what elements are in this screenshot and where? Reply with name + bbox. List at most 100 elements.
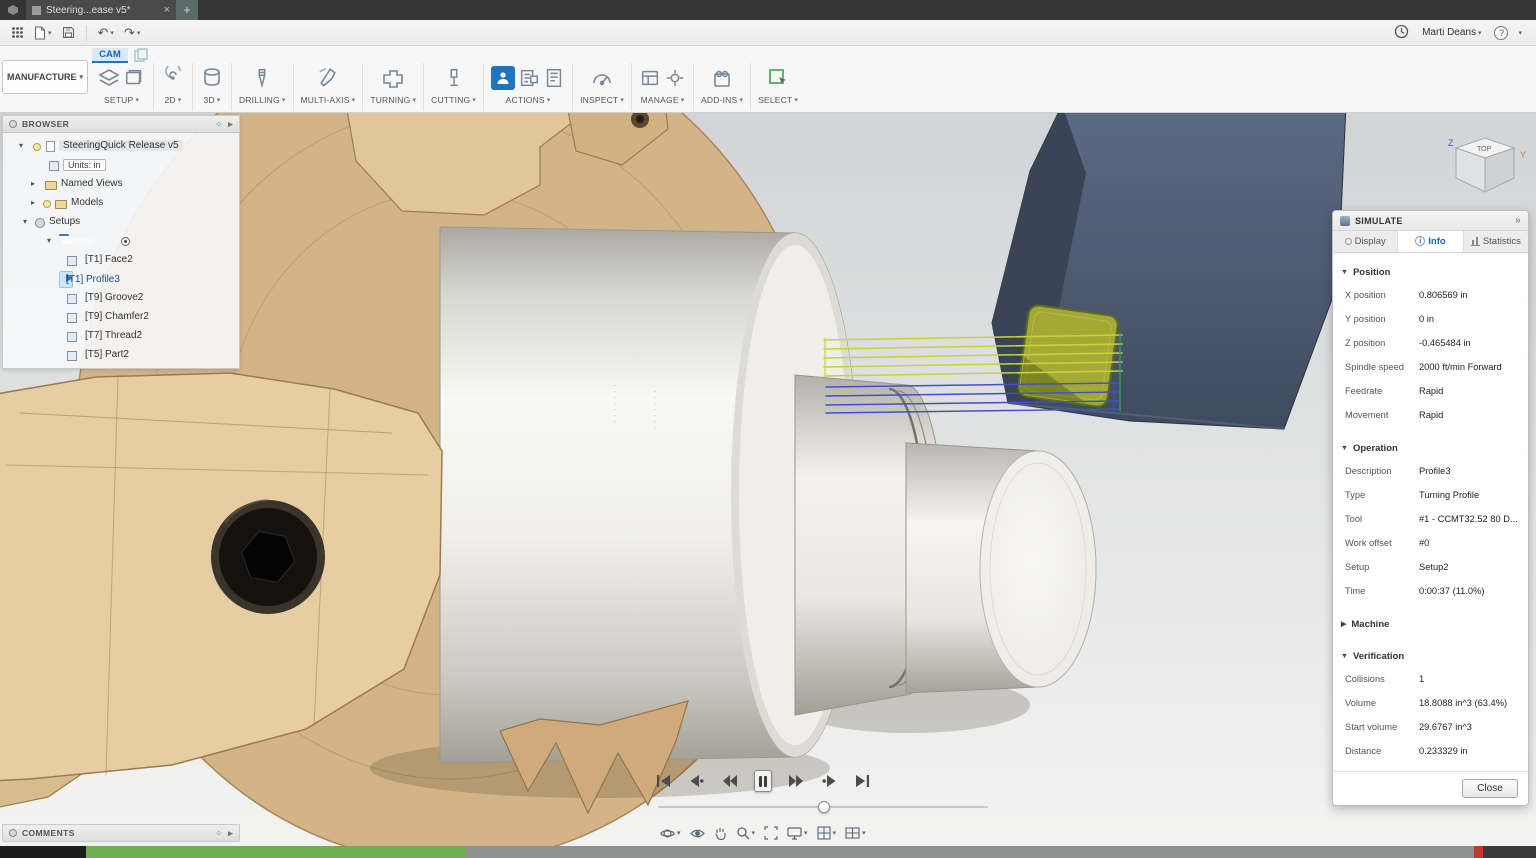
actions-menu[interactable]: ACTIONS (506, 95, 551, 105)
cutting-menu[interactable]: CUTTING (431, 95, 476, 105)
cutting-icon[interactable] (443, 66, 465, 90)
section-verification[interactable]: ▼ Verification (1333, 647, 1528, 665)
tool-library-icon[interactable] (639, 66, 661, 90)
browser-pages-icon[interactable] (134, 48, 150, 62)
fit-view-icon[interactable] (764, 826, 778, 840)
skip-to-start-button[interactable] (654, 770, 672, 792)
next-operation-button[interactable] (821, 770, 839, 792)
look-at-tool-icon[interactable] (690, 828, 705, 839)
tree-item-op-groove2[interactable]: [T9] Groove2 (3, 290, 239, 308)
comments-panel-header[interactable]: COMMENTS ⁘ ▸ (3, 825, 239, 842)
tree-item-op-face2[interactable]: [T1] Face2 (3, 252, 239, 270)
select-icon[interactable] (766, 66, 790, 90)
close-button[interactable]: Close (1462, 779, 1518, 798)
ribbon-group-3d[interactable]: 3D (193, 63, 232, 111)
ribbon-group-cutting[interactable]: CUTTING (424, 63, 484, 111)
undo-button[interactable]: ↶▾ (95, 23, 117, 43)
setup-sheet-icon[interactable] (543, 66, 565, 90)
addins-menu[interactable]: ADD-INS (701, 95, 743, 105)
tree-item-setup2[interactable]: Setup2 (3, 233, 239, 251)
viewcube[interactable]: Z Y TOP (1442, 126, 1528, 212)
new-tab-button[interactable]: + (176, 0, 198, 20)
tree-item-op-chamfer2[interactable]: [T9] Chamfer2 (3, 309, 239, 327)
2d-pocket-icon[interactable] (161, 66, 185, 90)
slider-handle[interactable] (818, 801, 830, 813)
play-forward-button[interactable] (787, 770, 805, 792)
tree-item-named-views[interactable]: Named Views (3, 176, 239, 194)
manage-menu[interactable]: MANAGE (641, 95, 685, 105)
simulation-timeline-strip[interactable] (0, 846, 1536, 858)
turning-menu[interactable]: TURNING (370, 95, 416, 105)
ribbon-group-actions[interactable]: ACTIONS (484, 63, 573, 111)
setup-menu[interactable]: SETUP (104, 95, 139, 105)
expander-icon[interactable] (19, 141, 23, 150)
tree-item-models[interactable]: Models (3, 195, 239, 213)
ribbon-group-inspect[interactable]: INSPECT (573, 63, 632, 111)
multiaxis-menu[interactable]: MULTI-AXIS (301, 95, 356, 105)
play-backward-button[interactable] (721, 770, 739, 792)
setup-folder-icon[interactable] (124, 66, 146, 90)
previous-operation-button[interactable] (687, 770, 705, 792)
section-position[interactable]: ▼ Position (1333, 263, 1528, 281)
inspect-menu[interactable]: INSPECT (580, 95, 624, 105)
multiaxis-icon[interactable] (316, 66, 340, 90)
skip-to-end-button[interactable] (854, 770, 872, 792)
tab-info[interactable]: i Info (1398, 231, 1463, 252)
section-operation[interactable]: ▼ Operation (1333, 439, 1528, 457)
new-setup-icon[interactable] (97, 66, 121, 90)
ribbon-group-manage[interactable]: MANAGE (632, 63, 694, 111)
expander-icon[interactable] (31, 179, 35, 188)
tree-item-op-thread2[interactable]: [T7] Thread2 (3, 328, 239, 346)
tree-item-root[interactable]: SteeringQuick Release v5 (3, 138, 239, 156)
expander-icon[interactable] (23, 217, 27, 226)
file-menu-button[interactable]: ▾ (31, 24, 55, 42)
display-settings-icon[interactable]: ▾ (787, 827, 808, 840)
panel-options-icon[interactable]: ⁘ (215, 829, 223, 838)
help-icon[interactable]: ? (1494, 26, 1508, 40)
2d-menu[interactable]: 2D (165, 95, 182, 105)
section-machine[interactable]: ▶ Machine (1333, 615, 1528, 633)
3d-menu[interactable]: 3D (204, 95, 221, 105)
visibility-bulb-icon[interactable] (33, 143, 41, 151)
app-grid-icon[interactable] (8, 24, 27, 41)
simulate-active-icon[interactable] (491, 66, 515, 90)
tab-display[interactable]: Display (1333, 231, 1398, 252)
3d-adaptive-icon[interactable] (200, 66, 224, 90)
simulation-progress-slider[interactable] (658, 800, 988, 814)
visibility-bulb-icon[interactable] (43, 200, 51, 208)
turning-icon[interactable] (381, 66, 405, 90)
panel-detach-icon[interactable]: » (1515, 215, 1521, 226)
ribbon-group-2d[interactable]: 2D (154, 63, 193, 111)
tree-item-op-part2[interactable]: [T5] Part2 (3, 347, 239, 365)
tab-cam[interactable]: CAM (92, 48, 128, 63)
tab-statistics[interactable]: Statistics (1464, 231, 1528, 252)
ribbon-group-turning[interactable]: TURNING (363, 63, 424, 111)
ribbon-group-select[interactable]: SELECT (751, 63, 805, 111)
pan-tool-icon[interactable] (714, 826, 727, 840)
redo-button[interactable]: ↷▾ (121, 23, 143, 43)
addins-icon[interactable] (710, 66, 734, 90)
ribbon-group-addins[interactable]: ADD-INS (694, 63, 751, 111)
orbit-tool-icon[interactable]: ▾ (660, 826, 681, 841)
workspace-switcher[interactable]: MANUFACTURE ▾ (2, 60, 88, 94)
user-account-menu[interactable]: Marti Deans ▾ (1419, 25, 1484, 40)
post-process-icon[interactable] (518, 66, 540, 90)
select-menu[interactable]: SELECT (758, 95, 798, 105)
panel-expand-icon[interactable]: ▸ (228, 828, 233, 839)
tree-item-op-profile3[interactable]: [T1] Profile3 (3, 271, 239, 289)
ribbon-group-setup[interactable]: SETUP (90, 63, 154, 111)
setup2-selected-item[interactable]: Setup2 (59, 234, 69, 236)
panel-collapse-icon[interactable]: ▸ (228, 119, 233, 130)
pause-button[interactable] (754, 770, 772, 792)
tree-item-units[interactable]: Units: in (3, 157, 239, 175)
job-status-clock-icon[interactable] (1394, 24, 1409, 42)
grid-settings-icon[interactable]: ▾ (817, 826, 837, 840)
panel-options-icon[interactable]: ⁘ (215, 120, 223, 129)
expander-icon[interactable] (47, 236, 51, 245)
viewport-layout-icon[interactable]: ▾ (845, 827, 866, 839)
ribbon-group-drilling[interactable]: DRILLING (232, 63, 294, 111)
machine-library-icon[interactable] (664, 66, 686, 90)
save-button[interactable] (59, 24, 78, 41)
profile3-selected-item[interactable]: [T1] Profile3 (59, 271, 73, 288)
expander-icon[interactable] (31, 198, 35, 207)
